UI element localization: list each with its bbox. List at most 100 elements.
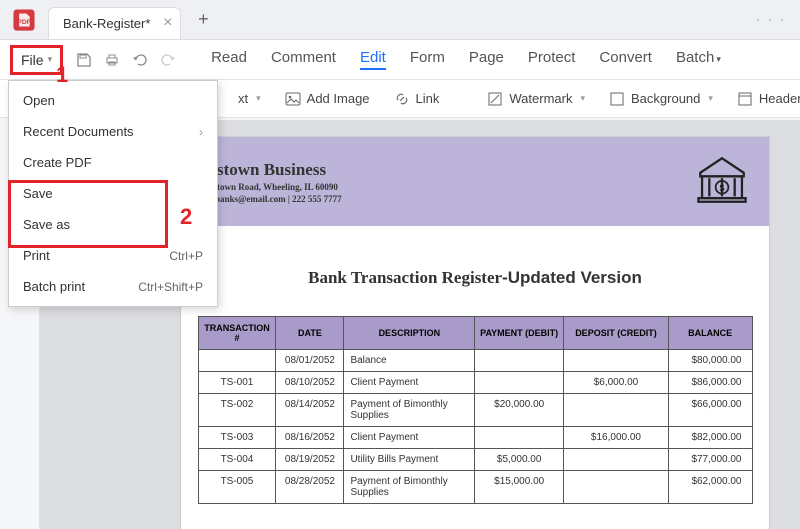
cell-id: TS-002 [198, 394, 276, 427]
app-icon: PDF [8, 4, 40, 36]
cell-debit [475, 372, 564, 394]
annotation-1: 1 [56, 62, 68, 88]
cell-credit: $16,000.00 [564, 427, 669, 449]
image-icon [285, 91, 301, 107]
svg-text:$: $ [719, 183, 724, 193]
menu-item-recent[interactable]: Recent Documents› [9, 116, 217, 147]
cell-date: 08/19/2052 [276, 449, 344, 471]
transaction-table: TRANSACTION # DATE DESCRIPTION PAYMENT (… [198, 316, 753, 504]
undo-icon[interactable] [131, 51, 149, 69]
tool-text-partial[interactable]: xt▾ [238, 91, 261, 106]
cell-desc: Utility Bills Payment [344, 449, 475, 471]
file-dropdown: Open Recent Documents› Create PDF Save S… [8, 80, 218, 307]
col-balance: BALANCE [668, 317, 752, 350]
menu-item-print[interactable]: PrintCtrl+P [9, 240, 217, 271]
col-payment: PAYMENT (DEBIT) [475, 317, 564, 350]
cell-balance: $82,000.00 [668, 427, 752, 449]
chevron-down-icon: ▾ [256, 93, 261, 104]
menu-edit[interactable]: Edit [360, 49, 386, 70]
menu-convert[interactable]: Convert [599, 49, 652, 70]
background-icon [609, 91, 625, 107]
cell-desc: Client Payment [344, 372, 475, 394]
col-date: DATE [276, 317, 344, 350]
chevron-down-icon: ▾ [48, 54, 53, 65]
document-title: Bank Transaction Register-Updated Versio… [181, 268, 769, 288]
quick-toolbar [75, 51, 177, 69]
new-tab-button[interactable]: + [189, 6, 217, 34]
table-row: TS-00508/28/2052Payment of Bimonthly Sup… [198, 471, 752, 504]
tool-watermark[interactable]: Watermark▾ [487, 91, 585, 107]
cell-debit [475, 350, 564, 372]
business-address: ohnstown Road, Wheeling, IL 60090 [199, 182, 342, 192]
svg-text:PDF: PDF [18, 19, 31, 26]
title-bar: PDF Bank-Register* × + · · · [0, 0, 800, 40]
chevron-down-icon: ▾ [708, 93, 713, 104]
business-name: anstown Business [199, 160, 342, 180]
chevron-right-icon: › [199, 125, 203, 139]
cell-debit: $15,000.00 [475, 471, 564, 504]
cell-date: 08/28/2052 [276, 471, 344, 504]
cell-date: 08/14/2052 [276, 394, 344, 427]
menu-batch[interactable]: Batch▾ [676, 49, 721, 70]
tool-header-footer[interactable]: Header & [737, 91, 800, 107]
menu-item-create-pdf[interactable]: Create PDF [9, 147, 217, 178]
cell-balance: $62,000.00 [668, 471, 752, 504]
cell-credit [564, 394, 669, 427]
col-description: DESCRIPTION [344, 317, 475, 350]
cell-debit: $5,000.00 [475, 449, 564, 471]
table-row: TS-00408/19/2052Utility Bills Payment$5,… [198, 449, 752, 471]
cell-balance: $66,000.00 [668, 394, 752, 427]
col-transaction: TRANSACTION # [198, 317, 276, 350]
menu-protect[interactable]: Protect [528, 49, 576, 70]
window-more-icon[interactable]: · · · [756, 12, 800, 27]
document-header-band: anstown Business ohnstown Road, Wheeling… [181, 137, 769, 226]
table-row: TS-00108/10/2052Client Payment$6,000.00$… [198, 372, 752, 394]
close-tab-icon[interactable]: × [163, 14, 172, 32]
document-tab[interactable]: Bank-Register* × [48, 7, 181, 39]
menu-read[interactable]: Read [211, 49, 247, 70]
watermark-icon [487, 91, 503, 107]
annotation-2: 2 [180, 204, 192, 230]
cell-credit [564, 350, 669, 372]
cell-date: 08/01/2052 [276, 350, 344, 372]
cell-date: 08/16/2052 [276, 427, 344, 449]
menu-comment[interactable]: Comment [271, 49, 336, 70]
cell-id [198, 350, 276, 372]
tool-link[interactable]: Link [394, 91, 440, 107]
menu-bar: File ▾ Read Comment Edit Form Page Prote… [0, 40, 800, 80]
pdf-page: anstown Business ohnstown Road, Wheeling… [180, 136, 770, 529]
col-deposit: DEPOSIT (CREDIT) [564, 317, 669, 350]
cell-date: 08/10/2052 [276, 372, 344, 394]
cell-desc: Payment of Bimonthly Supplies [344, 394, 475, 427]
menu-item-batch-print[interactable]: Batch printCtrl+Shift+P [9, 271, 217, 302]
cell-credit: $6,000.00 [564, 372, 669, 394]
business-info: anstown Business ohnstown Road, Wheeling… [199, 160, 342, 204]
cell-debit [475, 427, 564, 449]
table-row: TS-00308/16/2052Client Payment $16,000.00… [198, 427, 752, 449]
table-row: 08/01/2052Balance$80,000.00 [198, 350, 752, 372]
cell-desc: Balance [344, 350, 475, 372]
business-contact: ownbanks@email.com | 222 555 7777 [199, 194, 342, 204]
file-menu-label: File [21, 52, 44, 68]
print-icon[interactable] [103, 51, 121, 69]
cell-desc: Payment of Bimonthly Supplies [344, 471, 475, 504]
cell-id: TS-003 [198, 427, 276, 449]
cell-debit: $20,000.00 [475, 394, 564, 427]
cell-id: TS-005 [198, 471, 276, 504]
save-icon[interactable] [75, 51, 93, 69]
cell-id: TS-004 [198, 449, 276, 471]
chevron-down-icon: ▾ [580, 93, 585, 104]
main-menu: Read Comment Edit Form Page Protect Conv… [211, 49, 721, 70]
redo-icon[interactable] [159, 51, 177, 69]
menu-item-open[interactable]: Open [9, 85, 217, 116]
cell-balance: $86,000.00 [668, 372, 752, 394]
header-footer-icon [737, 91, 753, 107]
tool-add-image[interactable]: Add Image [285, 91, 370, 107]
menu-form[interactable]: Form [410, 49, 445, 70]
tool-background[interactable]: Background▾ [609, 91, 713, 107]
cell-credit [564, 449, 669, 471]
menu-page[interactable]: Page [469, 49, 504, 70]
cell-desc: Client Payment [344, 427, 475, 449]
bank-building-icon: $ [693, 151, 751, 212]
link-icon [394, 91, 410, 107]
